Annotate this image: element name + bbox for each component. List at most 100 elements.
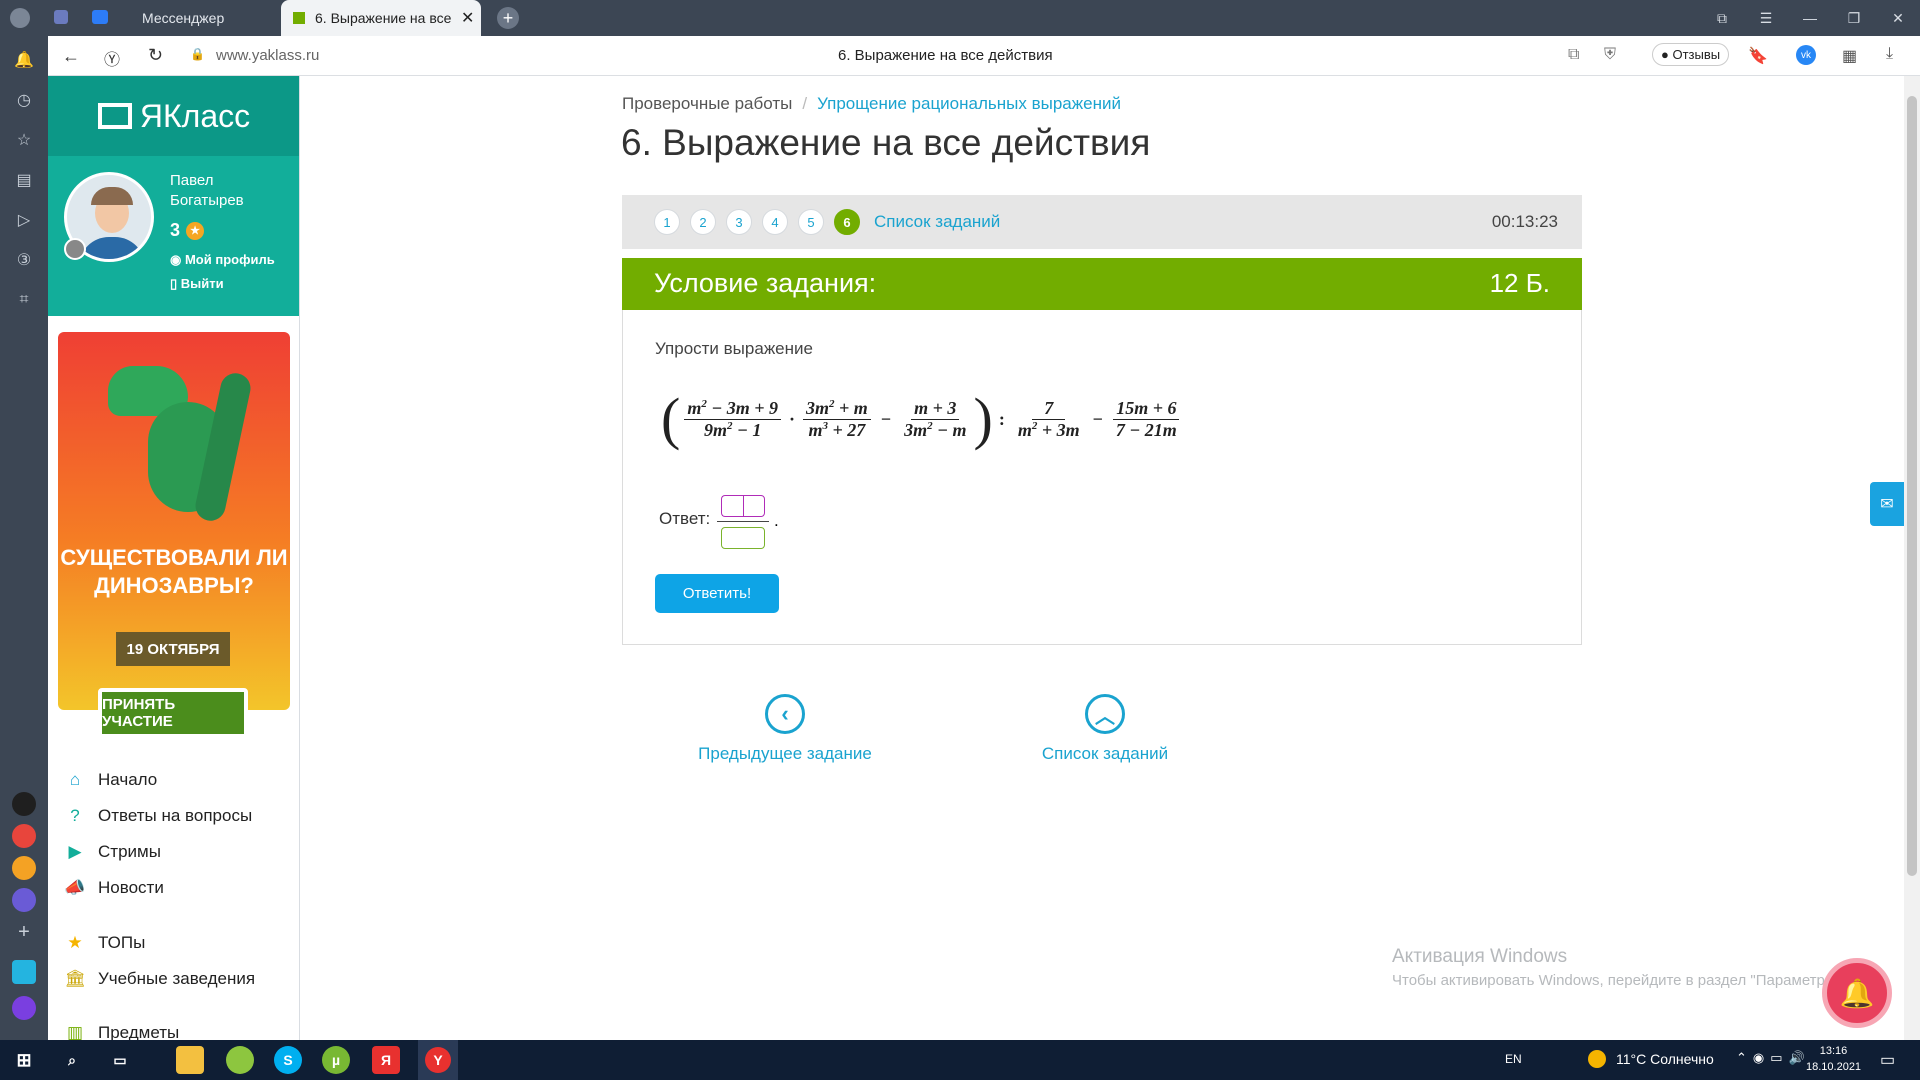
- task-pill-6-active[interactable]: 6: [834, 209, 860, 235]
- nav-label: Предметы: [98, 1023, 180, 1040]
- downloads-icon[interactable]: ⤓: [1886, 45, 1893, 63]
- task-pill-3[interactable]: 3: [726, 209, 752, 235]
- tab-label: 6. Выражение на все д: [315, 10, 455, 26]
- ad-cta-button[interactable]: ПРИНЯТЬ УЧАСТИЕ: [98, 688, 248, 738]
- dinosaur-image: [98, 352, 254, 532]
- task-pill-5[interactable]: 5: [798, 209, 824, 235]
- browser-side-panel: 🔔 ◷ ☆ ▤ ▷ ③ ⌗ +: [0, 36, 48, 1040]
- browser-profile-icon[interactable]: [10, 8, 30, 28]
- nav-subjects[interactable]: ▥ Предметы: [64, 1018, 179, 1040]
- clock[interactable]: 13:16 18.10.2021: [1806, 1043, 1861, 1075]
- weather-widget[interactable]: 11°C Солнечно: [1588, 1050, 1714, 1068]
- task-list-link[interactable]: Список заданий: [874, 212, 1000, 232]
- skype-icon[interactable]: S: [274, 1046, 302, 1074]
- new-tab-button[interactable]: +: [497, 7, 519, 29]
- watermark-title: Активация Windows: [1392, 946, 1568, 967]
- app-icon-alice[interactable]: [12, 792, 36, 816]
- bookmark-icon[interactable]: 🔖: [1748, 46, 1768, 66]
- feedback-mail-button[interactable]: ✉: [1870, 482, 1904, 526]
- page-scrollbar[interactable]: [1904, 76, 1920, 1040]
- answer-fraction: [717, 491, 769, 551]
- scrollbar-thumb[interactable]: [1907, 96, 1917, 876]
- building-icon: 🏛: [64, 969, 86, 988]
- app-green-icon[interactable]: [226, 1046, 254, 1074]
- language-indicator[interactable]: EN: [1505, 1052, 1522, 1066]
- prev-task-link[interactable]: ‹ Предыдущее задание: [680, 694, 890, 764]
- user-last-name: Богатырев: [170, 192, 244, 209]
- screenshot-icon[interactable]: ⌗: [12, 288, 36, 312]
- user-level: 3 ★: [170, 220, 205, 241]
- pinned-tab-icon[interactable]: [54, 10, 68, 24]
- task-pill-1[interactable]: 1: [654, 209, 680, 235]
- collections-toolbar-icon[interactable]: ▦: [1842, 46, 1857, 66]
- task-pill-4[interactable]: 4: [762, 209, 788, 235]
- numerator-input-right[interactable]: [743, 495, 765, 517]
- tab-share-icon[interactable]: ⧉: [1568, 46, 1579, 64]
- nav-streams[interactable]: ▶ Стримы: [64, 837, 161, 867]
- weather-text: 11°C Солнечно: [1616, 1051, 1714, 1067]
- yandex-browser-icon[interactable]: Y: [418, 1040, 458, 1080]
- task-view-icon[interactable]: ▭: [106, 1046, 134, 1074]
- app-icon-maps[interactable]: [12, 824, 36, 848]
- avatar-badge-icon: [64, 238, 86, 260]
- breadcrumb-root[interactable]: Проверочные работы: [622, 94, 792, 114]
- ad-banner[interactable]: СУЩЕСТВОВАЛИ ЛИ ДИНОЗАВРЫ? 19 ОКТЯБРЯ: [58, 332, 290, 710]
- question-icon: ?: [70, 806, 80, 825]
- app-icon-violet[interactable]: [12, 996, 36, 1020]
- close-tab-icon[interactable]: ✕: [461, 8, 474, 28]
- close-window-icon[interactable]: ✕: [1876, 0, 1920, 36]
- main-content: Проверочные работы / Упрощение рациональ…: [300, 76, 1904, 1040]
- history-icon[interactable]: ◷: [12, 88, 36, 112]
- yandex-app-icon[interactable]: Я: [372, 1046, 400, 1074]
- protect-icon[interactable]: ⛨: [1604, 46, 1616, 64]
- tab-active[interactable]: 6. Выражение на все д ✕: [281, 0, 481, 36]
- task-header-title: Условие задания:: [654, 268, 877, 298]
- profile-link[interactable]: ◉ Мой профиль: [170, 252, 275, 268]
- app-icon-messenger[interactable]: [12, 960, 36, 984]
- tab-messenger[interactable]: Мессенджер: [130, 0, 280, 36]
- explorer-icon[interactable]: [176, 1046, 204, 1074]
- breadcrumb-current[interactable]: Упрощение рациональных выражений: [817, 94, 1121, 114]
- minimize-icon[interactable]: —: [1788, 0, 1832, 36]
- counter-icon[interactable]: ③: [12, 248, 36, 272]
- reload-icon[interactable]: ↻: [148, 45, 163, 66]
- app-icon-orange[interactable]: [12, 856, 36, 880]
- action-center-icon[interactable]: ▭: [1880, 1050, 1895, 1070]
- collections-icon[interactable]: ▤: [12, 168, 36, 192]
- url-text[interactable]: www.yaklass.ru: [216, 47, 319, 64]
- favorites-icon[interactable]: ☆: [12, 128, 36, 152]
- nav-tops[interactable]: ★ ТОПы: [64, 928, 145, 958]
- nav-home[interactable]: ⌂ Начало: [64, 765, 157, 795]
- nav-news[interactable]: 📣 Новости: [64, 873, 163, 903]
- notification-bell-button[interactable]: 🔔: [1822, 958, 1892, 1028]
- mail-icon: ✉: [1880, 496, 1894, 513]
- menu-icon[interactable]: ☰: [1744, 0, 1788, 36]
- pinned-tab-messenger-icon[interactable]: [92, 10, 108, 24]
- notifications-icon[interactable]: 🔔: [12, 48, 36, 72]
- logout-link[interactable]: ▯ Выйти: [170, 276, 224, 292]
- task-list-bottom-link[interactable]: ︿ Список заданий: [1010, 694, 1200, 764]
- utorrent-icon[interactable]: µ: [322, 1046, 350, 1074]
- nav-schools[interactable]: 🏛 Учебные заведения: [64, 964, 255, 994]
- vk-icon[interactable]: vk: [1796, 45, 1816, 65]
- app-icon-purple[interactable]: [12, 888, 36, 912]
- search-icon[interactable]: ⌕: [58, 1046, 86, 1074]
- nav-label: Стримы: [98, 842, 161, 861]
- reviews-button[interactable]: ● Отзывы: [1652, 43, 1730, 66]
- logo-book-icon: [97, 103, 132, 129]
- logo[interactable]: ЯКласс: [48, 76, 299, 156]
- bookmarks-panel-icon[interactable]: ⧉: [1700, 0, 1744, 36]
- add-app-icon[interactable]: +: [12, 920, 36, 944]
- nav-answers[interactable]: ? Ответы на вопросы: [64, 801, 252, 831]
- tray-icons[interactable]: ⌃◉▭🔊: [1736, 1050, 1811, 1066]
- denominator-input[interactable]: [721, 527, 765, 549]
- back-icon[interactable]: ←: [62, 46, 80, 67]
- timer: 00:13:23: [1491, 212, 1558, 231]
- start-icon[interactable]: ⊞: [10, 1046, 38, 1074]
- restore-icon[interactable]: ❐: [1832, 0, 1876, 36]
- yandex-icon[interactable]: Ⓨ: [104, 46, 120, 70]
- numerator-input-left[interactable]: [721, 495, 743, 517]
- video-icon[interactable]: ▷: [12, 208, 36, 232]
- submit-button[interactable]: Ответить!: [655, 574, 779, 613]
- task-pill-2[interactable]: 2: [690, 209, 716, 235]
